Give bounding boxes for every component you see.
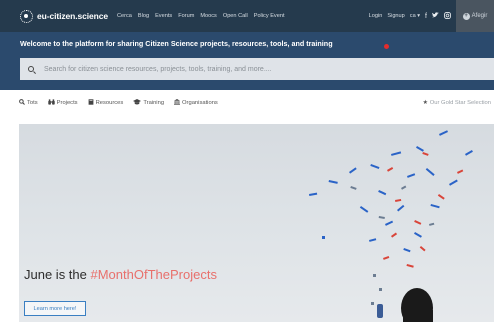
facebook-icon[interactable]: f — [425, 13, 427, 20]
confetti-image — [308, 130, 473, 322]
welcome-title: Welcome to the platform for sharing Citi… — [20, 39, 333, 48]
add-button-label: Afegir — [471, 13, 488, 19]
site-name: eu-citizen.science — [37, 11, 108, 21]
gold-star-link[interactable]: ★ Our Gold Star Selection — [423, 100, 491, 106]
add-button[interactable]: + Afegir — [456, 0, 494, 32]
plus-icon: + — [462, 12, 470, 20]
gold-star-label: Our Gold Star Selection — [429, 100, 491, 106]
building-icon — [174, 99, 181, 107]
tab-organisations[interactable]: Organisations — [174, 99, 218, 107]
nav-link-cerca[interactable]: Cerca — [117, 13, 132, 19]
signup-link[interactable]: Signup — [387, 13, 404, 19]
tab-label: Projects — [56, 100, 78, 106]
tab-resources[interactable]: Resources — [88, 99, 124, 107]
tab-training[interactable]: Training — [133, 99, 164, 107]
tab-label: Training — [143, 100, 165, 106]
tab-label: Organisations — [182, 100, 218, 106]
tab-projects[interactable]: Projects — [47, 99, 78, 107]
search-icon — [19, 99, 25, 107]
top-nav-links: Cerca Blog Events Forum Moocs Open Call … — [117, 13, 291, 19]
page: eu-citizen.science Cerca Blog Events For… — [0, 0, 494, 322]
tab-label: Resources — [95, 100, 124, 106]
category-tabs: Tots Projects Resources Training Organis… — [0, 92, 494, 114]
hero-title: June is the #MonthOfTheProjects — [24, 267, 217, 282]
binoculars-icon — [47, 99, 55, 107]
book-icon — [88, 99, 94, 107]
hero-banner: June is the #MonthOfTheProjects Learn mo… — [19, 124, 494, 322]
nav-link-blog[interactable]: Blog — [138, 13, 149, 19]
nav-link-open-call[interactable]: Open Call — [223, 13, 248, 19]
tab-tots[interactable]: Tots — [19, 99, 38, 107]
graduation-cap-icon — [133, 99, 142, 107]
hero-hashtag: #MonthOfTheProjects — [90, 267, 217, 282]
top-right-actions: Login Signup ca ▾ f + Afegir — [369, 0, 494, 32]
nav-link-moocs[interactable]: Moocs — [200, 13, 216, 19]
search-bar[interactable]: Search for citizen science resources, pr… — [20, 58, 494, 80]
nav-link-events[interactable]: Events — [155, 13, 172, 19]
search-icon — [28, 66, 34, 72]
instagram-icon[interactable] — [444, 11, 451, 21]
search-input[interactable]: Search for citizen science resources, pr… — [44, 66, 272, 73]
twitter-icon[interactable] — [432, 12, 439, 20]
login-link[interactable]: Login — [369, 13, 383, 19]
annotation-dot — [384, 44, 389, 49]
hero-title-text: June is the — [24, 267, 91, 282]
nav-link-policy-event[interactable]: Policy Event — [254, 13, 285, 19]
site-logo[interactable]: eu-citizen.science — [20, 9, 108, 23]
welcome-band: Welcome to the platform for sharing Citi… — [0, 32, 494, 90]
tab-label: Tots — [27, 100, 38, 106]
star-icon: ★ — [422, 100, 428, 106]
top-navbar: eu-citizen.science Cerca Blog Events For… — [0, 0, 494, 32]
language-selector[interactable]: ca ▾ — [410, 13, 420, 19]
logo-icon — [20, 9, 33, 23]
learn-more-button[interactable]: Learn more here! — [24, 301, 86, 316]
nav-link-forum[interactable]: Forum — [178, 13, 194, 19]
